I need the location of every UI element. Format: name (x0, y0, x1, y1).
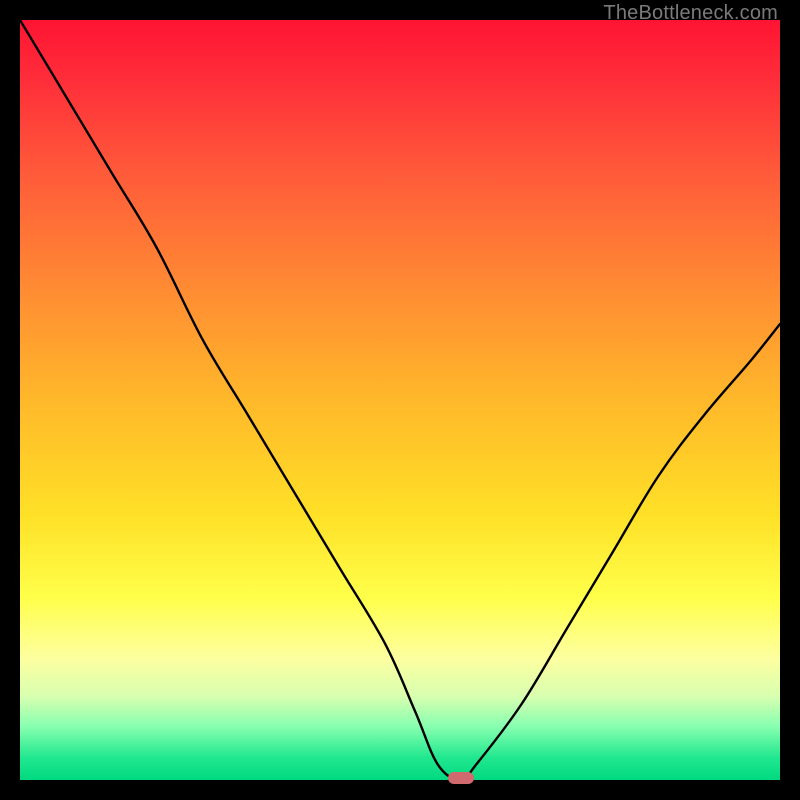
optimum-marker (448, 772, 474, 784)
bottleneck-curve (20, 20, 780, 780)
plot-area (20, 20, 780, 780)
chart-frame: TheBottleneck.com (0, 0, 800, 800)
